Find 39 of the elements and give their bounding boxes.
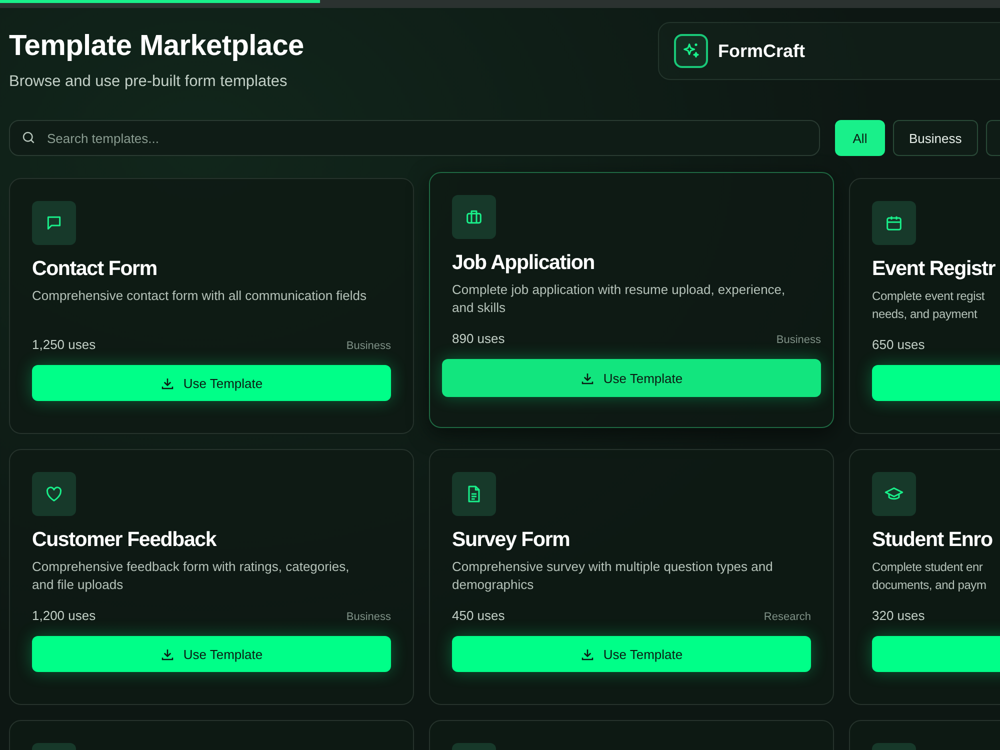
search-icon xyxy=(21,130,36,145)
template-title: Student Enro xyxy=(872,528,994,552)
usage-count: 890 uses xyxy=(452,331,505,346)
use-template-button[interactable]: Use Template xyxy=(32,636,391,672)
template-title: Contact Form xyxy=(32,257,158,281)
usage-count: 1,250 uses xyxy=(32,337,96,352)
usage-count: 320 uses xyxy=(872,608,925,623)
sparkle-icon xyxy=(674,34,708,68)
download-icon xyxy=(580,646,596,662)
use-template-button[interactable]: Use Template xyxy=(452,636,811,672)
download-icon xyxy=(160,646,176,662)
page-subtitle: Browse and use pre-built form templates xyxy=(9,73,288,91)
page-title: Template Marketplace xyxy=(9,30,304,63)
usage-count: 1,200 uses xyxy=(32,608,96,623)
heart-icon xyxy=(44,484,64,504)
template-description: Complete event regist needs, and payment xyxy=(872,288,986,323)
use-template-button[interactable]: Use Template xyxy=(442,359,821,397)
template-description: Comprehensive feedback form with ratings, categories, and file uploads xyxy=(32,558,350,594)
category-label: Business xyxy=(776,334,821,346)
template-description: Complete job application with resume upload, experience, and skills xyxy=(452,281,786,317)
search-field[interactable]: Search templates... xyxy=(9,120,820,156)
use-template-button[interactable]: Use Template xyxy=(32,365,391,401)
template-title: Survey Form xyxy=(452,528,571,552)
filter-button[interactable]: Business xyxy=(893,120,978,156)
template-description: Complete student enr documents, and paym xyxy=(872,559,988,594)
filter-button[interactable]: All xyxy=(835,120,885,156)
category-label: Business xyxy=(346,340,391,352)
template-description: Comprehensive survey with multiple question types and demographics xyxy=(452,558,774,594)
download-icon xyxy=(160,376,176,390)
template-title: Job Application xyxy=(452,251,596,275)
usage-count: 650 uses xyxy=(872,337,925,352)
template-title: Customer Feedback xyxy=(32,528,218,552)
category-label: Research xyxy=(764,611,811,623)
template-title: Event Registr xyxy=(872,257,996,281)
download-icon xyxy=(580,370,596,386)
brand-name: FormCraft xyxy=(718,40,806,62)
template-description: Comprehensive contact form with all communication fields xyxy=(32,287,368,305)
usage-count: 450 uses xyxy=(452,608,505,623)
category-label: Business xyxy=(346,611,391,623)
